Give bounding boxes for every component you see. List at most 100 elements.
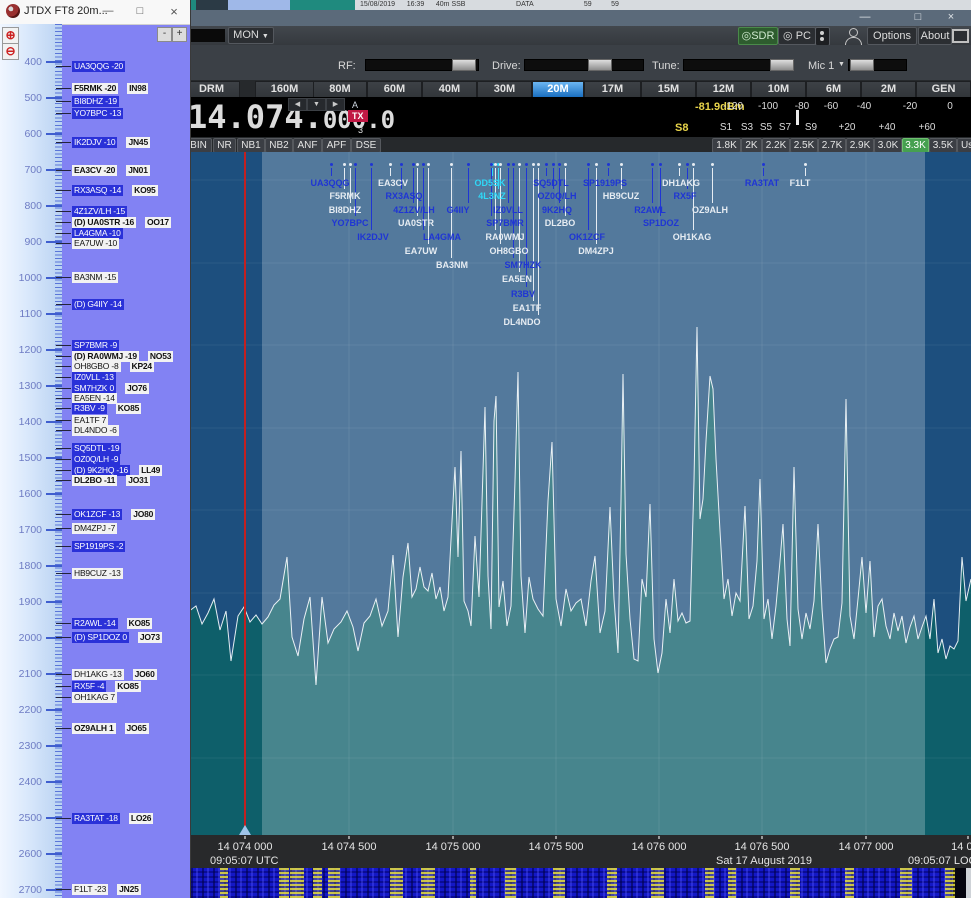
decode-callsign-chip[interactable]: OK1ZCF -13 [72, 509, 122, 520]
filter-button-2.5k[interactable]: 2.5K [790, 138, 818, 153]
decode-callsign-chip[interactable]: F1LT -23 [72, 884, 108, 895]
jtdx-minimize-icon[interactable]: — [96, 0, 120, 23]
decode-row[interactable]: R3BV -9KO85 [72, 403, 141, 414]
slider-handle[interactable] [452, 59, 476, 71]
zoom-out-icon[interactable]: ⊖ [2, 43, 19, 60]
filter-button-3.0k[interactable]: 3.0K [874, 138, 902, 153]
band-button-40m[interactable]: 40M [422, 81, 477, 98]
dsp-button-apf[interactable]: APF [322, 138, 351, 153]
decode-callsign-chip[interactable]: DH1AKG -13 [72, 669, 124, 680]
decode-row[interactable]: EA3CV -20JN01 [72, 165, 150, 176]
spectrum-callsign-9k2hq[interactable]: 9K2HQ [542, 205, 572, 215]
monitor-icon[interactable] [952, 29, 969, 43]
decode-row[interactable]: (D) G4IIY -14 [72, 299, 124, 310]
vfo-arrow-down-icon[interactable]: ▼ [307, 98, 326, 111]
spectrum-callsign-rx3asq[interactable]: RX3ASQ [385, 191, 422, 201]
spectrum-callsign-yo7bpc[interactable]: YO7BPC [331, 218, 368, 228]
spectrum-callsign-iz0vll[interactable]: IZ0VLL [493, 205, 523, 215]
speaker-cabinet-icon[interactable] [815, 27, 830, 46]
dsp-button-nb2[interactable]: NB2 [265, 138, 293, 153]
filter-button-3.5k[interactable]: 3.5K [929, 138, 957, 153]
decode-row[interactable]: EA7UW -10 [72, 238, 119, 249]
decode-callsign-chip[interactable]: R2AWL -14 [72, 618, 118, 629]
spectrum-callsign-ea1tf[interactable]: EA1TF [513, 303, 542, 313]
tuned-frequency-triangle-icon[interactable] [239, 825, 251, 835]
band-button-60m[interactable]: 60M [367, 81, 422, 98]
sdr-close-icon[interactable]: × [938, 10, 964, 25]
band-button-15m[interactable]: 15M [641, 81, 696, 98]
decode-callsign-chip[interactable]: DL4NDO -6 [72, 425, 119, 436]
spectrum-callsign-dl2bo[interactable]: DL2BO [545, 218, 576, 228]
decode-callsign-chip[interactable]: 4Z1ZV/LH -15 [72, 206, 127, 217]
decode-callsign-chip[interactable]: EA3CV -20 [72, 165, 117, 176]
decode-row[interactable]: OH8GBO -8KP24 [72, 361, 154, 372]
decode-row[interactable]: RX5F -4KO85 [72, 681, 141, 692]
decode-row[interactable]: DL4NDO -6 [72, 425, 119, 436]
decode-callsign-chip[interactable]: (D) SP1DOZ 0 [72, 632, 129, 643]
decode-row[interactable]: 4Z1ZV/LH -15 [72, 206, 127, 217]
band-button-160m[interactable]: 160M [255, 81, 314, 98]
decode-callsign-chip[interactable]: F5RMK -20 [72, 83, 118, 94]
vfo-arrow-right-icon[interactable]: ▶ [326, 98, 345, 111]
filter-button-2.7k[interactable]: 2.7K [818, 138, 846, 153]
spectrum-callsign-bi8dhz[interactable]: BI8DHZ [329, 205, 362, 215]
spectrum-callsign-dh1akg[interactable]: DH1AKG [662, 178, 700, 188]
decode-row[interactable]: BI8DHZ -19 [72, 96, 119, 107]
spectrum-callsign-od5sk[interactable]: OD5SK [474, 178, 505, 188]
decode-callsign-chip[interactable]: IZ0VLL -13 [72, 372, 116, 383]
waterfall-scrollbar[interactable] [966, 868, 971, 898]
band-button-80m[interactable]: 80M [313, 81, 367, 98]
spectrum-callsign-ik2djv[interactable]: IK2DJV [357, 232, 389, 242]
spectrum-display[interactable] [180, 152, 971, 835]
decode-callsign-chip[interactable]: OZ9ALH 1 [72, 723, 116, 734]
decode-callsign-chip[interactable]: SQ5DTL -19 [72, 443, 121, 454]
decode-callsign-chip[interactable]: RX5F -4 [72, 681, 106, 692]
spectrum-callsign-sq5dtl[interactable]: SQ5DTL [533, 178, 569, 188]
spectrum-callsign-rx5f[interactable]: RX5F [673, 191, 696, 201]
decode-row[interactable]: UA3QQG -20 [72, 61, 125, 72]
spectrum-callsign-f1lt[interactable]: F1LT [790, 178, 811, 188]
filter-button-3.3k[interactable]: 3.3K [902, 138, 929, 153]
dsp-button-nr[interactable]: NR [213, 138, 236, 153]
band-button-10m[interactable]: 10M [751, 81, 806, 98]
decode-callsign-chip[interactable]: OH1KAG 7 [72, 692, 117, 703]
decode-callsign-chip[interactable]: BA3NM -15 [72, 272, 118, 283]
options-button[interactable]: Options [867, 27, 917, 45]
waterfall-display[interactable] [180, 868, 971, 898]
about-button[interactable]: About [918, 27, 952, 45]
decode-row[interactable]: DH1AKG -13JO60 [72, 669, 157, 680]
decode-row[interactable]: F5RMK -20IN98 [72, 83, 148, 94]
spectrum-callsign-oz0qlh[interactable]: OZ0Q/LH [537, 191, 576, 201]
decode-row[interactable]: DL2BO -11JO31 [72, 475, 150, 486]
decode-row[interactable]: BA3NM -15 [72, 272, 118, 283]
dsp-button-nb1[interactable]: NB1 [237, 138, 265, 153]
decode-callsign-chip[interactable]: (D) G4IIY -14 [72, 299, 124, 310]
spectrum-callsign-ba3nm[interactable]: BA3NM [436, 260, 468, 270]
user-profile-icon[interactable] [843, 28, 863, 44]
decode-callsign-chip[interactable]: OZ0Q/LH -9 [72, 454, 120, 465]
spectrum-callsign-la4gma[interactable]: LA4GMA [423, 232, 461, 242]
jtdx-close-icon[interactable]: × [162, 0, 186, 23]
spectrum-callsign-sp7bmr[interactable]: SP7BMR [486, 218, 524, 228]
filter-button-1.8k[interactable]: 1.8K [712, 138, 741, 153]
spectrum-callsign-f5rmk[interactable]: F5RMK [330, 191, 361, 201]
jtdx-maximize-icon[interactable]: □ [128, 0, 152, 23]
vfo-arrow-left-icon[interactable]: ◀ [288, 98, 307, 111]
decode-callsign-chip[interactable]: SP7BMR -9 [72, 340, 119, 351]
decode-row[interactable]: SQ5DTL -19 [72, 443, 121, 454]
decode-row[interactable]: IZ0VLL -13 [72, 372, 116, 383]
decode-row[interactable]: SP7BMR -9 [72, 340, 119, 351]
spectrum-callsign-ra3tat[interactable]: RA3TAT [745, 178, 779, 188]
band-button-gen[interactable]: GEN [916, 81, 971, 98]
jtdx-grow-button[interactable]: + [172, 27, 187, 42]
decode-row[interactable]: R2AWL -14KO85 [72, 618, 152, 629]
band-button-20m[interactable]: 20M [532, 81, 584, 98]
band-button-6m[interactable]: 6M [806, 81, 861, 98]
band-button-12m[interactable]: 12M [696, 81, 751, 98]
decode-row[interactable]: RA3TAT -18LO26 [72, 813, 153, 824]
spectrum-callsign-sm7hzk[interactable]: SM7HZK [504, 260, 541, 270]
sdr-minimize-icon[interactable]: — [852, 10, 878, 25]
decode-row[interactable]: YO7BPC -13 [72, 108, 123, 119]
spectrum-callsign-ea5en[interactable]: EA5EN [502, 274, 532, 284]
decode-row[interactable]: IK2DJV -10JN45 [72, 137, 150, 148]
